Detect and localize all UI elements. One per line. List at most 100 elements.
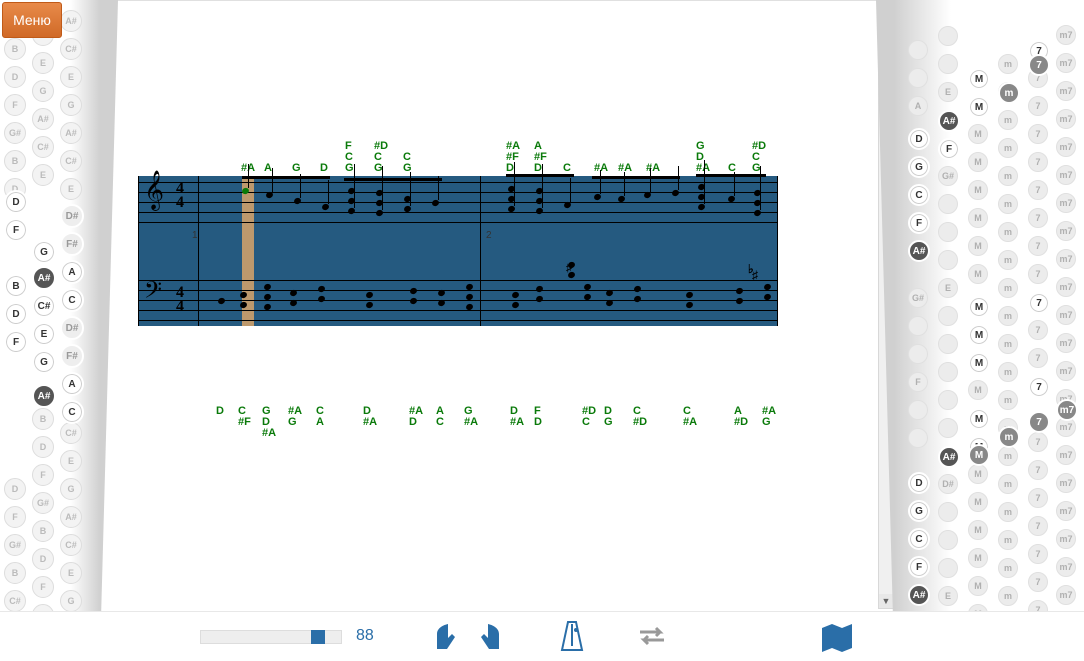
accordion-key[interactable]: F (4, 218, 28, 242)
accordion-key[interactable]: C# (60, 534, 82, 556)
accordion-key[interactable]: D (4, 190, 28, 214)
accordion-key[interactable]: m7 (1056, 53, 1076, 73)
accordion-key[interactable]: C# (60, 38, 82, 60)
accordion-key[interactable]: m7 (1056, 165, 1076, 185)
accordion-key[interactable]: m (998, 278, 1018, 298)
accordion-key[interactable]: E (60, 562, 82, 584)
accordion-key[interactable]: 7 (1028, 208, 1048, 228)
accordion-key[interactable]: A# (938, 446, 960, 468)
accordion-key[interactable]: C# (60, 422, 82, 444)
accordion-key[interactable]: m7 (1056, 361, 1076, 381)
accordion-key[interactable]: 7 (1028, 348, 1048, 368)
accordion-key[interactable]: F# (60, 344, 84, 368)
accordion-key[interactable]: m7 (1056, 333, 1076, 353)
accordion-key[interactable]: M (968, 352, 990, 374)
accordion-key[interactable]: m7 (1056, 529, 1076, 549)
accordion-key[interactable]: 7 (1028, 572, 1048, 592)
accordion-key[interactable]: M (968, 296, 990, 318)
accordion-key[interactable]: m (998, 426, 1020, 448)
accordion-key[interactable]: m7 (1056, 557, 1076, 577)
accordion-key[interactable]: B (4, 274, 28, 298)
accordion-key[interactable]: D# (60, 204, 84, 228)
accordion-key[interactable]: B (4, 562, 26, 584)
accordion-key[interactable]: M (968, 408, 990, 430)
accordion-key[interactable]: m (998, 54, 1018, 74)
accordion-key[interactable]: m (998, 446, 1018, 466)
accordion-key[interactable] (908, 68, 928, 88)
accordion-key[interactable]: m (998, 222, 1018, 242)
accordion-key[interactable]: m7 (1056, 193, 1076, 213)
accordion-key[interactable]: m (998, 138, 1018, 158)
accordion-key[interactable]: G# (32, 492, 54, 514)
accordion-key[interactable] (938, 306, 958, 326)
accordion-key[interactable]: M (968, 236, 988, 256)
accordion-key[interactable]: E (938, 82, 958, 102)
accordion-key[interactable]: B (32, 408, 54, 430)
accordion-key[interactable]: A# (60, 122, 82, 144)
accordion-key[interactable] (938, 26, 958, 46)
accordion-key[interactable]: G# (938, 166, 958, 186)
accordion-key[interactable]: m7 (1056, 221, 1076, 241)
accordion-key[interactable]: M (968, 548, 988, 568)
accordion-key[interactable]: 7 (1028, 236, 1048, 256)
accordion-key[interactable]: m7 (1056, 501, 1076, 521)
accordion-key[interactable]: 7 (1028, 460, 1048, 480)
accordion-key[interactable] (938, 362, 958, 382)
accordion-key[interactable]: m (998, 558, 1018, 578)
accordion-key[interactable]: m7 (1056, 473, 1076, 493)
accordion-key[interactable]: M (968, 124, 988, 144)
accordion-key[interactable]: C# (32, 294, 56, 318)
accordion-key[interactable] (938, 194, 958, 214)
accordion-key[interactable]: A (60, 260, 84, 284)
right-hand-icon[interactable] (476, 622, 504, 661)
accordion-key[interactable] (938, 390, 958, 410)
accordion-key[interactable]: F (32, 464, 54, 486)
accordion-key[interactable]: F (908, 556, 930, 578)
accordion-key[interactable]: 7 (1028, 96, 1048, 116)
accordion-key[interactable]: 7 (1028, 376, 1050, 398)
accordion-key[interactable]: A# (32, 384, 56, 408)
accordion-key[interactable]: m (998, 82, 1020, 104)
accordion-key[interactable]: C# (4, 590, 26, 612)
accordion-key[interactable] (938, 54, 958, 74)
accordion-key[interactable]: B (4, 38, 26, 60)
accordion-key[interactable]: F (908, 372, 928, 392)
accordion-key[interactable]: E (32, 52, 54, 74)
accordion-key[interactable]: G (908, 500, 930, 522)
accordion-key[interactable]: G# (4, 534, 26, 556)
accordion-key[interactable]: m (998, 306, 1018, 326)
accordion-key[interactable]: A# (60, 10, 82, 32)
tempo-slider[interactable] (200, 630, 342, 644)
accordion-key[interactable]: F (4, 506, 26, 528)
accordion-key[interactable]: D (4, 66, 26, 88)
accordion-key[interactable]: G (908, 156, 930, 178)
accordion-key[interactable]: M (968, 380, 988, 400)
accordion-key[interactable]: 7 (1028, 264, 1048, 284)
accordion-key[interactable]: C (908, 528, 930, 550)
accordion-key[interactable]: m (998, 502, 1018, 522)
accordion-key[interactable]: m7 (1056, 399, 1078, 421)
accordion-key[interactable]: E (32, 164, 54, 186)
loop-icon[interactable] (634, 624, 670, 655)
accordion-key[interactable]: 7 (1028, 488, 1048, 508)
accordion-key[interactable]: m (998, 334, 1018, 354)
accordion-key[interactable]: G# (4, 122, 26, 144)
accordion-key[interactable]: C (60, 288, 84, 312)
accordion-key[interactable]: m (998, 586, 1018, 606)
accordion-key[interactable]: m (998, 250, 1018, 270)
accordion-key[interactable]: A# (60, 506, 82, 528)
accordion-key[interactable]: D (4, 302, 28, 326)
accordion-key[interactable]: m7 (1056, 81, 1076, 101)
accordion-key[interactable] (938, 222, 958, 242)
accordion-key[interactable]: 7 (1028, 292, 1050, 314)
metronome-icon[interactable] (558, 620, 586, 654)
accordion-key[interactable] (938, 250, 958, 270)
accordion-key[interactable] (908, 400, 928, 420)
accordion-key[interactable]: D (4, 478, 26, 500)
accordion-key[interactable]: E (60, 66, 82, 88)
accordion-key[interactable]: m (998, 362, 1018, 382)
left-hand-icon[interactable] (432, 622, 460, 661)
accordion-key[interactable]: M (968, 464, 988, 484)
accordion-key[interactable]: A (908, 96, 928, 116)
accordion-key[interactable]: A# (32, 108, 54, 130)
